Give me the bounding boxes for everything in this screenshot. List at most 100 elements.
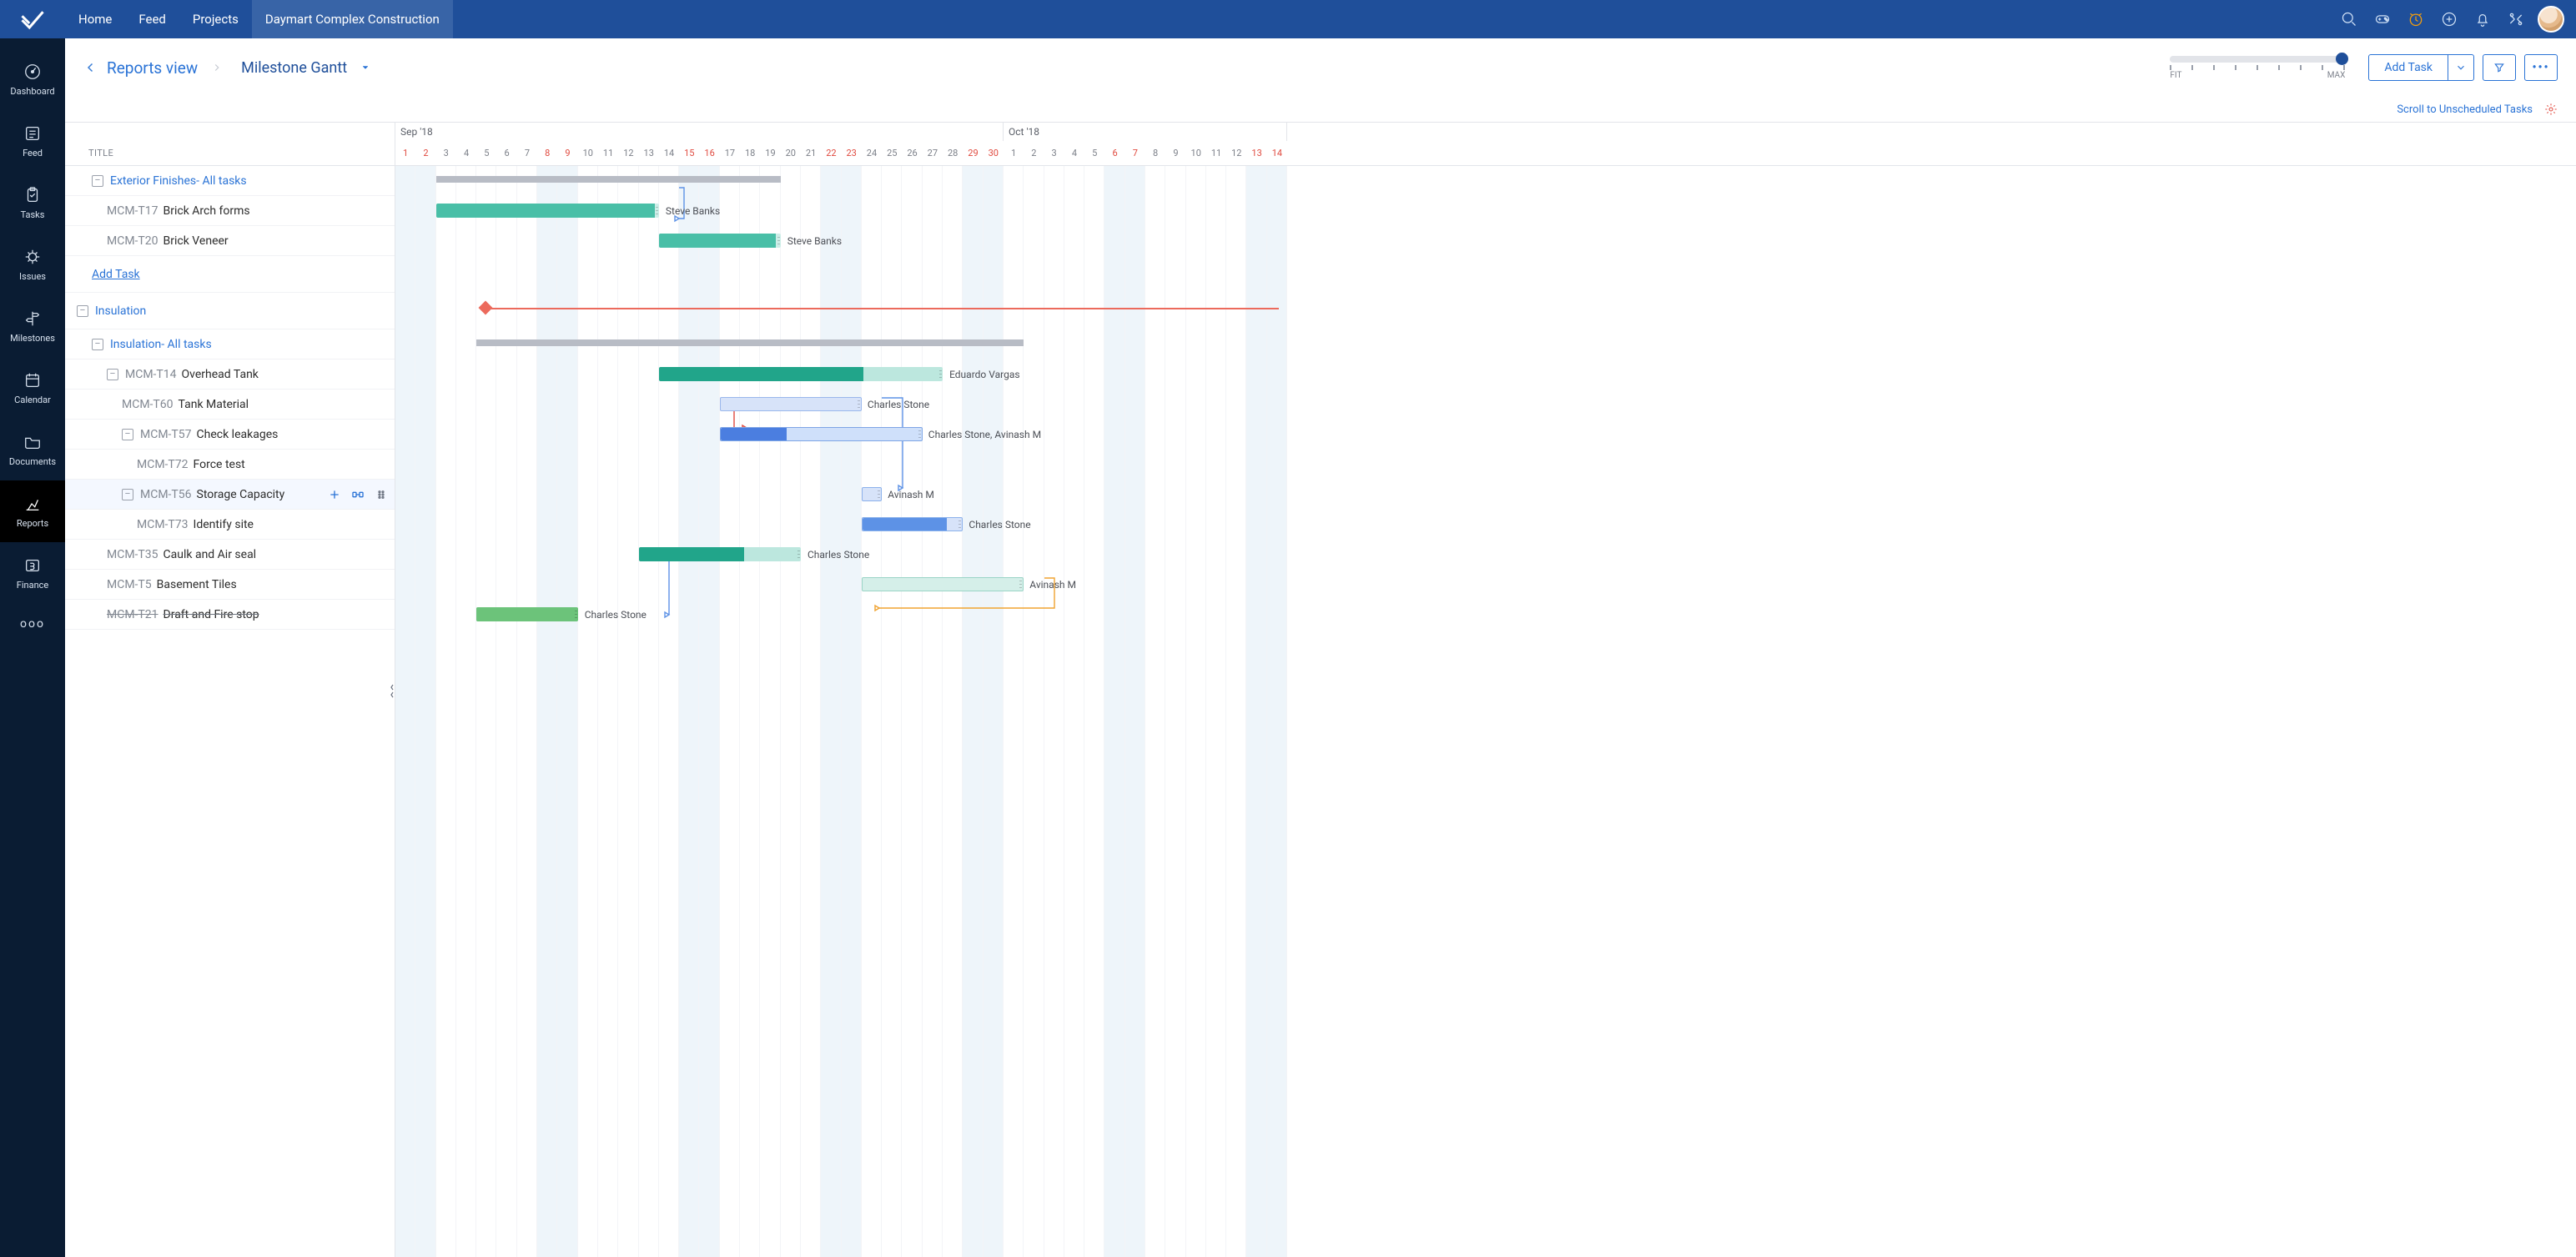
collapse-toggle[interactable]: − bbox=[92, 339, 103, 350]
grip-icon[interactable] bbox=[375, 488, 388, 501]
collapse-toggle[interactable]: − bbox=[92, 175, 103, 187]
reminder-icon[interactable] bbox=[2399, 0, 2433, 38]
task-row[interactable]: MCM-T20Brick Veneer bbox=[65, 226, 395, 256]
group-label[interactable]: Insulation bbox=[95, 304, 146, 318]
breadcrumb-back[interactable]: Reports view bbox=[83, 58, 198, 78]
task-row[interactable]: MCM-T21Draft and Fire stop bbox=[65, 600, 395, 630]
task-name: Caulk and Air seal bbox=[164, 548, 257, 561]
scroll-unscheduled-link[interactable]: Scroll to Unscheduled Tasks bbox=[2397, 103, 2533, 116]
collapse-toggle[interactable]: − bbox=[122, 489, 133, 500]
timeline[interactable]: Sep '18Oct '18 1234567891011121314151617… bbox=[395, 123, 2576, 1257]
nav-home[interactable]: Home bbox=[65, 0, 125, 38]
view-selector-label: Milestone Gantt bbox=[241, 59, 347, 77]
add-task-button[interactable]: Add Task bbox=[2368, 54, 2474, 81]
workspace: Reports view Milestone Gantt FITMAX Add … bbox=[65, 38, 2576, 1257]
collapse-toggle[interactable]: − bbox=[107, 369, 118, 380]
task-code: MCM-T14 bbox=[125, 368, 177, 381]
sidebar-item-documents[interactable]: Documents bbox=[0, 419, 65, 480]
task-name: Storage Capacity bbox=[197, 488, 285, 501]
group-row[interactable]: −Insulation bbox=[65, 293, 395, 329]
sidebar-item-calendar[interactable]: Calendar bbox=[0, 357, 65, 419]
gear-red-icon[interactable] bbox=[2544, 103, 2558, 116]
plus-icon[interactable] bbox=[328, 488, 341, 501]
gamification-icon[interactable] bbox=[2366, 0, 2399, 38]
sidebar-item-milestones[interactable]: Milestones bbox=[0, 295, 65, 357]
task-row[interactable]: MCM-T35Caulk and Air seal bbox=[65, 540, 395, 570]
task-bar[interactable]: Charles Stone bbox=[476, 607, 578, 621]
task-bar[interactable]: Steve Banks bbox=[436, 204, 659, 218]
task-bar[interactable]: Charles Stone bbox=[639, 547, 801, 561]
task-row[interactable]: MCM-T17Brick Arch forms bbox=[65, 196, 395, 226]
nav-projects[interactable]: Projects bbox=[179, 0, 252, 38]
sidebar-label: Documents bbox=[9, 456, 56, 467]
task-bar[interactable]: Charles Stone bbox=[720, 397, 862, 411]
collapse-toggle[interactable]: − bbox=[77, 305, 88, 317]
group-row[interactable]: −Insulation- All tasks bbox=[65, 329, 395, 360]
day-label: 10 bbox=[578, 141, 598, 165]
task-row[interactable]: −MCM-T14Overhead Tank bbox=[65, 360, 395, 390]
task-bar[interactable]: Charles Stone bbox=[862, 517, 963, 531]
sidebar-item-issues[interactable]: Issues bbox=[0, 234, 65, 295]
task-bar[interactable]: Eduardo Vargas bbox=[659, 367, 943, 381]
money-icon bbox=[23, 556, 42, 575]
task-name: Check leakages bbox=[197, 428, 279, 441]
day-label: 1 bbox=[395, 141, 415, 165]
task-code: MCM-T21 bbox=[107, 608, 158, 621]
chevron-right-icon bbox=[211, 62, 223, 73]
day-label: 9 bbox=[1165, 141, 1185, 165]
collapse-toggle[interactable]: − bbox=[122, 429, 133, 440]
task-code: MCM-T17 bbox=[107, 204, 158, 218]
app-logo[interactable] bbox=[0, 7, 65, 32]
task-bar[interactable]: Steve Banks bbox=[659, 234, 781, 248]
task-row[interactable]: −MCM-T56Storage Capacity bbox=[65, 480, 395, 510]
task-row[interactable]: MCM-T60Tank Material bbox=[65, 390, 395, 420]
day-label: 13 bbox=[639, 141, 659, 165]
zoom-handle[interactable] bbox=[2336, 53, 2348, 65]
group-row[interactable]: −Exterior Finishes- All tasks bbox=[65, 166, 395, 196]
task-row[interactable]: −MCM-T57Check leakages bbox=[65, 420, 395, 450]
task-bar[interactable]: Avinash M bbox=[862, 577, 1024, 591]
add-icon[interactable] bbox=[2433, 0, 2466, 38]
add-task-link[interactable]: Add Task bbox=[92, 268, 140, 281]
task-name: Identify site bbox=[194, 518, 254, 531]
task-bar[interactable]: Avinash M bbox=[862, 487, 882, 501]
sidebar-item-finance[interactable]: Finance bbox=[0, 542, 65, 604]
task-row[interactable]: MCM-T5Basement Tiles bbox=[65, 570, 395, 600]
user-avatar[interactable] bbox=[2538, 6, 2564, 33]
day-label: 17 bbox=[720, 141, 740, 165]
task-row[interactable]: MCM-T72Force test bbox=[65, 450, 395, 480]
sidebar-item-dashboard[interactable]: Dashboard bbox=[0, 48, 65, 110]
task-row[interactable]: MCM-T73Identify site bbox=[65, 510, 395, 540]
sidebar-item-tasks[interactable]: Tasks bbox=[0, 172, 65, 234]
task-name: Force test bbox=[194, 458, 245, 471]
settings-icon[interactable] bbox=[2499, 0, 2533, 38]
progress-fill bbox=[659, 367, 863, 381]
progress-fill bbox=[659, 234, 776, 248]
sidebar-item-reports[interactable]: Reports bbox=[0, 480, 65, 542]
assignee-label: Avinash M bbox=[888, 489, 934, 500]
split-icon[interactable] bbox=[351, 488, 365, 501]
clipboard-icon bbox=[23, 186, 42, 204]
more-button[interactable]: ••• bbox=[2524, 54, 2558, 81]
group-label[interactable]: Exterior Finishes- All tasks bbox=[110, 174, 247, 188]
zoom-slider[interactable]: FITMAX bbox=[2170, 56, 2345, 80]
day-label: 16 bbox=[699, 141, 719, 165]
sidebar-item-feed[interactable]: Feed bbox=[0, 110, 65, 172]
assignee-label: Charles Stone bbox=[868, 399, 929, 410]
sidebar-label: Dashboard bbox=[10, 86, 54, 97]
filter-button[interactable] bbox=[2483, 54, 2516, 81]
view-selector[interactable]: Milestone Gantt bbox=[241, 59, 370, 77]
search-icon[interactable] bbox=[2332, 0, 2366, 38]
nav-project-current[interactable]: Daymart Complex Construction bbox=[252, 0, 453, 38]
add-task-caret[interactable] bbox=[2448, 55, 2473, 80]
sidebar-more[interactable]: ooo bbox=[20, 607, 45, 641]
day-label: 12 bbox=[618, 141, 638, 165]
add-task-row[interactable]: Add Task bbox=[65, 256, 395, 293]
day-label: 9 bbox=[557, 141, 577, 165]
day-label: 11 bbox=[1206, 141, 1226, 165]
group-label[interactable]: Insulation- All tasks bbox=[110, 338, 212, 351]
notifications-icon[interactable] bbox=[2466, 0, 2499, 38]
sidebar-label: Reports bbox=[17, 518, 48, 529]
task-bar[interactable]: Charles Stone, Avinash M bbox=[720, 427, 923, 441]
nav-feed[interactable]: Feed bbox=[125, 0, 179, 38]
